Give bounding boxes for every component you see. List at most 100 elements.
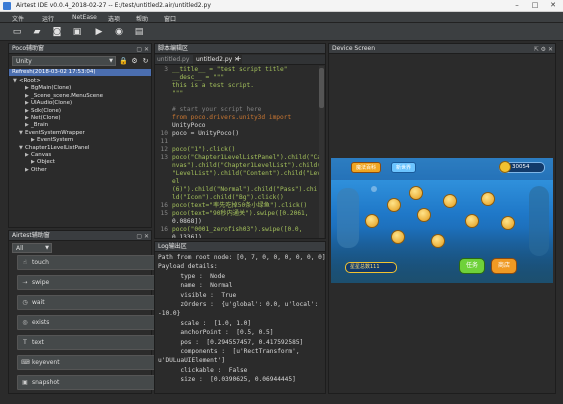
- level-node[interactable]: [365, 214, 379, 228]
- tree-node[interactable]: ▶ Canvas: [9, 152, 51, 159]
- swipe-button[interactable]: ⇢ swipe: [17, 275, 155, 290]
- menu-bar: 文件 运行 NetEase 选项 帮助 窗口: [0, 12, 563, 23]
- device-panel-icons[interactable]: ⇱ ⚙ ✕: [534, 45, 553, 55]
- tree-node[interactable]: ▶ Net(Clone): [9, 115, 61, 122]
- poco-refresh-row[interactable]: Refresh(2018-03-02 17:53:04): [9, 69, 151, 76]
- stop-icon[interactable]: ◉: [114, 27, 124, 37]
- airtest-filter-select[interactable]: All ▼: [12, 243, 52, 253]
- log-line: components : [u'RectTransform',: [158, 348, 300, 355]
- settings-icon[interactable]: ⚙: [130, 56, 139, 65]
- tree-node-label: Object: [37, 159, 55, 166]
- code-text: 0.1336]): [172, 234, 202, 238]
- tree-node[interactable]: ▶ Object: [9, 159, 55, 166]
- airtest-filter-value: All: [16, 245, 24, 252]
- code-editor[interactable]: 3 __title__ = "test script title" __desc__…: [155, 66, 325, 238]
- level-node[interactable]: [481, 192, 495, 206]
- open-folder-icon[interactable]: ▰: [32, 27, 42, 37]
- tree-node[interactable]: ▶ Sdk(Clone): [9, 108, 61, 115]
- action-label: exists: [32, 319, 50, 326]
- level-node[interactable]: [409, 186, 423, 200]
- refresh-icon[interactable]: ↻: [141, 56, 150, 65]
- editor-panel-title: 脚本编辑区: [158, 45, 189, 52]
- snapshot-button[interactable]: ▣ snapshot: [17, 375, 155, 390]
- device-screen[interactable]: 魔法百科 新世界 30054 星星总数111 任务 商店: [331, 158, 553, 283]
- level-node[interactable]: [391, 230, 405, 244]
- log-line: -10.0}: [158, 310, 181, 318]
- wait-button[interactable]: ◷ wait: [17, 295, 155, 310]
- line-number: 3: [164, 66, 168, 73]
- tree-node-label: Canvas: [31, 152, 52, 158]
- game-task-button[interactable]: 任务: [459, 258, 485, 274]
- tree-node[interactable]: ▶ _Scene_scene.MenuScene: [9, 93, 103, 100]
- action-label: text: [32, 339, 44, 346]
- panel-float-icon[interactable]: ▢ ✕: [136, 45, 149, 55]
- action-label: wait: [32, 299, 45, 306]
- code-text: poco(text="90秒内通关").swipe([0.2061,: [172, 210, 309, 217]
- menu-run[interactable]: 运行: [42, 14, 54, 23]
- tab-label: untitled2.py: [196, 56, 233, 63]
- editor-scrollbar[interactable]: [319, 66, 324, 238]
- title-bar: Airtest IDE v0.0.4_2018-02-27 -- E:/test…: [0, 0, 563, 12]
- coin-icon: [499, 161, 511, 173]
- menu-window[interactable]: 窗口: [164, 14, 176, 23]
- tree-node[interactable]: ▼ EventSystemWrapper: [9, 130, 85, 137]
- panel-float-icon[interactable]: ▢ ✕: [136, 232, 149, 242]
- log-line: clickable : False: [158, 366, 248, 374]
- poco-mode-select[interactable]: Unity ▼: [12, 56, 116, 66]
- text-button[interactable]: Ttext: [17, 335, 155, 350]
- tree-node[interactable]: ▶ Other: [9, 167, 47, 174]
- touch-button[interactable]: ☝ touch: [17, 255, 155, 270]
- report-icon[interactable]: ▤: [134, 27, 144, 37]
- minimize-button[interactable]: –: [508, 0, 526, 11]
- level-node[interactable]: [417, 208, 431, 222]
- tree-node[interactable]: ▶ UIAudio(Clone): [9, 100, 72, 107]
- tree-node[interactable]: ▶ EventSystem: [9, 137, 73, 144]
- tree-node[interactable]: ▶ _Brain: [9, 122, 48, 129]
- device-panel-header: Device Screen ⇱ ⚙ ✕: [329, 44, 555, 54]
- tree-node[interactable]: ▼ <Root>: [9, 78, 41, 85]
- code-text: poco("0001_zerofish03").swipe([0.0,: [172, 226, 303, 233]
- tree-node[interactable]: ▼ Chapter1LevelListPanel: [9, 145, 89, 152]
- action-label: keyevent: [32, 359, 60, 366]
- code-line: UnityPoco: [155, 122, 206, 130]
- exists-button[interactable]: ◎ exists: [17, 315, 155, 330]
- menu-file[interactable]: 文件: [12, 14, 24, 23]
- level-node[interactable]: [501, 216, 515, 230]
- tab-untitled[interactable]: untitled.py: [157, 56, 189, 63]
- save-all-icon[interactable]: ▣: [72, 27, 82, 37]
- game-badge-right[interactable]: 新世界: [391, 162, 417, 173]
- menu-options[interactable]: 选项: [108, 14, 120, 23]
- code-line: 0.0868]): [155, 218, 202, 226]
- keyevent-button[interactable]: ⌨ keyevent: [17, 355, 155, 370]
- game-shop-button[interactable]: 商店: [491, 258, 517, 274]
- level-node[interactable]: [387, 198, 401, 212]
- code-text: poco(text="率先吃掉50条小绿鱼").click(): [172, 202, 308, 209]
- lock-icon[interactable]: 🔒: [119, 56, 128, 65]
- action-label: swipe: [32, 279, 50, 286]
- level-node[interactable]: [431, 234, 445, 248]
- log-panel-header: Log输出区: [155, 242, 325, 252]
- code-line: """: [155, 90, 183, 98]
- code-line: 0.1336]): [155, 234, 202, 238]
- device-panel: Device Screen ⇱ ⚙ ✕ 魔法百科 新世界 30054 星星总数11…: [328, 43, 556, 394]
- game-badge-left[interactable]: 魔法百科: [351, 162, 382, 173]
- code-line: nvas").child("Chapter1LevelList").child(: [155, 162, 321, 170]
- code-line: el: [155, 178, 179, 186]
- new-file-icon[interactable]: ▭: [12, 27, 22, 37]
- level-node[interactable]: [443, 194, 457, 208]
- add-tab-icon[interactable]: +: [235, 54, 242, 63]
- save-icon[interactable]: ◙: [52, 27, 62, 37]
- tree-node[interactable]: ▶ BgMain(Clone): [9, 85, 71, 92]
- line-number: 11: [160, 138, 168, 145]
- close-window-button[interactable]: ✕: [544, 0, 562, 11]
- game-star-total: 星星总数111: [345, 262, 397, 273]
- chevron-down-icon: ▼: [45, 245, 49, 251]
- maximize-button[interactable]: □: [526, 0, 544, 11]
- menu-help[interactable]: 帮助: [136, 14, 148, 23]
- level-node[interactable]: [465, 214, 479, 228]
- tree-node-label: EventSystem: [37, 137, 74, 144]
- run-icon[interactable]: ▶: [94, 27, 104, 37]
- menu-netease[interactable]: NetEase: [72, 14, 97, 21]
- text-icon: T: [23, 339, 27, 346]
- code-line: ld("Icon").child("Bg").click(): [155, 194, 284, 202]
